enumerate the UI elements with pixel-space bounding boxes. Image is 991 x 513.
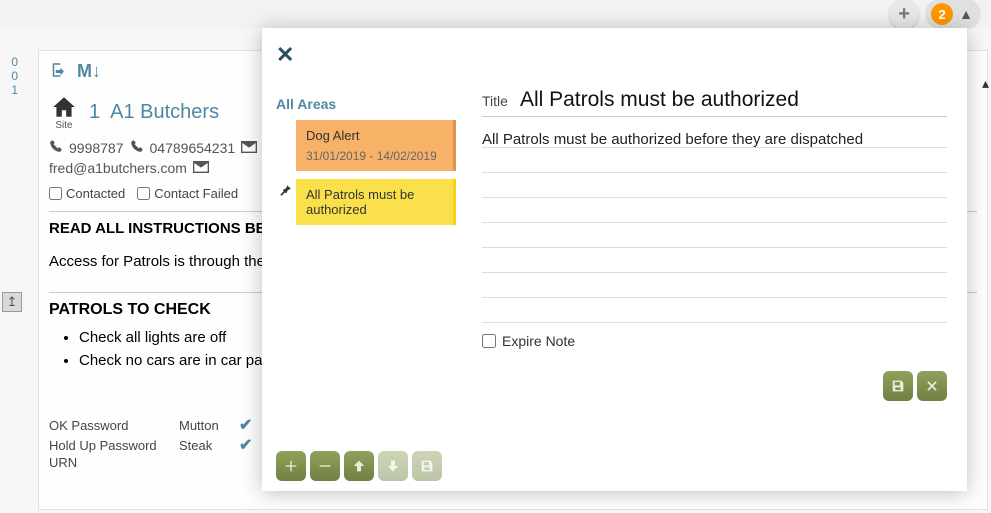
site-email: fred@a1butchers.com xyxy=(49,160,187,176)
check-icon: ✔ xyxy=(239,415,252,435)
site-number: 1 xyxy=(89,101,100,124)
left-stats: 0 0 1 xyxy=(0,55,18,97)
note-body-area[interactable]: All Patrols must be authorized before th… xyxy=(482,123,947,323)
contacted-checkbox[interactable]: Contacted xyxy=(49,186,125,201)
chevron-up-icon: ▲ xyxy=(959,6,973,22)
note-title: All Patrols must be authorized xyxy=(306,187,443,217)
house-icon: Site xyxy=(49,94,79,131)
note-card-dog-alert[interactable]: Dog Alert 31/01/2019 - 14/02/2019 xyxy=(296,120,456,171)
modal-left-panel: ✕ All Areas Dog Alert 31/01/2019 - 14/02… xyxy=(262,28,472,491)
cancel-button[interactable] xyxy=(917,371,947,401)
note-body-text: All Patrols must be authorized before th… xyxy=(482,127,947,152)
add-button[interactable]: + xyxy=(889,0,919,29)
ok-password-value: Mutton xyxy=(179,418,229,433)
stat-1: 0 xyxy=(0,69,18,83)
save-cancel-row xyxy=(883,371,947,401)
phone-icon xyxy=(49,139,63,156)
top-bar: + 2 ▲ xyxy=(0,0,991,28)
sort-icon[interactable]: M↓ xyxy=(77,61,101,84)
modal-right-panel: Title All Patrols must be authorized All… xyxy=(472,28,967,491)
expire-note-row: Expire Note xyxy=(482,333,947,349)
scroll-up-indicator[interactable]: ▴ xyxy=(982,75,989,92)
title-value[interactable]: All Patrols must be authorized xyxy=(520,88,799,112)
note-title: Dog Alert xyxy=(306,128,443,143)
phone2: 04789654231 xyxy=(150,140,236,156)
expire-note-checkbox[interactable] xyxy=(482,334,496,348)
expire-note-label: Expire Note xyxy=(502,333,575,349)
move-up-button[interactable] xyxy=(344,451,374,481)
note-modal: ✕ All Areas Dog Alert 31/01/2019 - 14/02… xyxy=(262,28,967,491)
stat-0: 0 xyxy=(0,55,18,69)
panel-collapse-button[interactable]: ↥ xyxy=(2,292,22,312)
remove-note-button[interactable] xyxy=(310,451,340,481)
holdup-password-label: Hold Up Password xyxy=(49,438,169,453)
notification-badge: 2 xyxy=(931,3,953,25)
ok-password-label: OK Password xyxy=(49,418,169,433)
phone-icon-2 xyxy=(130,139,144,156)
stat-2: 1 xyxy=(0,83,18,97)
note-title-row: Title All Patrols must be authorized xyxy=(482,88,947,117)
note-card-patrols-auth[interactable]: All Patrols must be authorized xyxy=(296,179,456,225)
site-type-label: Site xyxy=(49,120,79,131)
holdup-password-value: Steak xyxy=(179,438,229,453)
site-name: A1 Butchers xyxy=(110,101,219,124)
save-button[interactable] xyxy=(883,371,913,401)
notification-pill[interactable]: 2 ▲ xyxy=(925,0,981,29)
note-date: 31/01/2019 - 14/02/2019 xyxy=(306,149,443,163)
note-action-buttons xyxy=(276,451,442,481)
mail-icon-2 xyxy=(193,160,209,176)
export-icon[interactable] xyxy=(49,61,67,84)
contact-failed-checkbox[interactable]: Contact Failed xyxy=(137,186,238,201)
add-note-button[interactable] xyxy=(276,451,306,481)
save-order-button xyxy=(412,451,442,481)
check-icon: ✔ xyxy=(239,435,252,455)
pin-icon xyxy=(278,183,292,200)
all-areas-heading[interactable]: All Areas xyxy=(276,96,462,112)
urn-label: URN xyxy=(49,455,169,470)
move-down-button xyxy=(378,451,408,481)
mail-icon xyxy=(241,140,257,156)
close-icon[interactable]: ✕ xyxy=(276,42,462,68)
phone1: 9998787 xyxy=(69,140,124,156)
title-label: Title xyxy=(482,93,508,109)
